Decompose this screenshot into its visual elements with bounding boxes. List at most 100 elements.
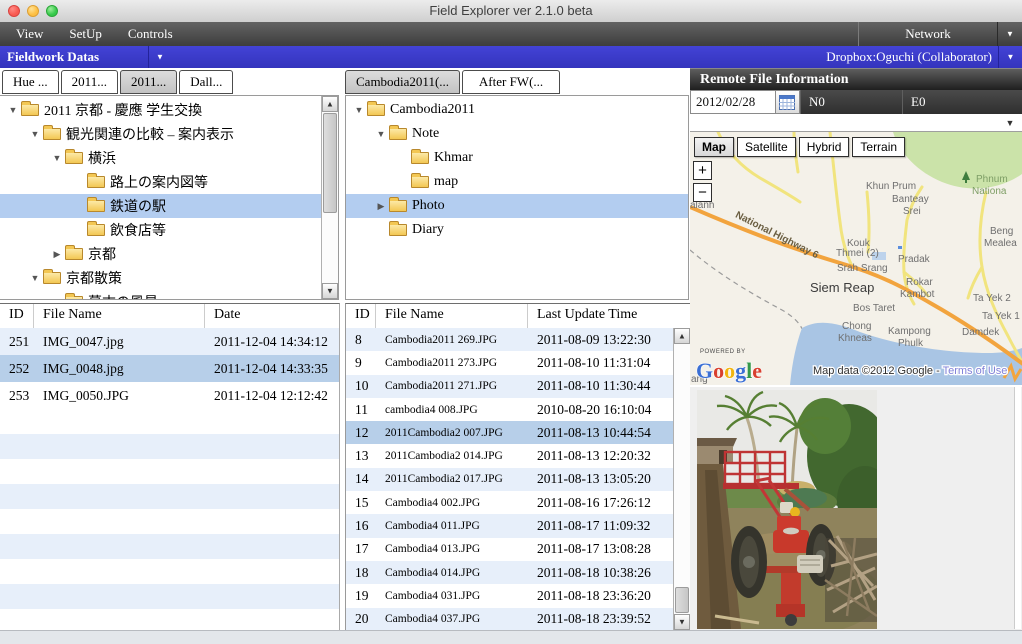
menu-item-view[interactable]: View	[16, 26, 43, 42]
dataset-tab-2[interactable]: 2011...	[120, 70, 177, 94]
remote-file-row-10[interactable]: 10Cambodia2011 271.JPG2011-08-10 11:30:4…	[346, 375, 673, 398]
remote-tree-node-3[interactable]: map	[346, 170, 688, 194]
tree-node-label: 飲食店等	[110, 220, 166, 240]
google-logo: Google	[696, 358, 762, 383]
down-arrow-icon[interactable]: ▼	[352, 105, 366, 115]
fieldwork-tree-node-7[interactable]: ▼ 京都散策	[0, 266, 321, 290]
scroll-thumb[interactable]	[675, 587, 689, 613]
remote-file-combobox[interactable]	[690, 114, 1022, 132]
map-type-satellite-button[interactable]: Satellite	[737, 137, 796, 157]
local-file-row-252[interactable]: 252IMG_0048.jpg2011-12-04 14:33:35	[0, 355, 339, 382]
dropbox-chevron-down-icon[interactable]	[998, 46, 1022, 68]
empty-row	[0, 584, 339, 609]
down-arrow-icon[interactable]: ▼	[50, 153, 64, 163]
dataset-tab-3[interactable]: Dall...	[179, 70, 233, 94]
cell-time: 2011-08-10 11:31:04	[528, 355, 673, 371]
remote-tab-1[interactable]: After FW(...	[462, 70, 560, 94]
left-tab-strip: Hue ...2011...2011...Dall...	[2, 70, 233, 94]
remote-file-row-19[interactable]: 19Cambodia4 031.JPG2011-08-18 23:36:20	[346, 584, 673, 607]
map-type-buttons: MapSatelliteHybridTerrain	[694, 137, 905, 157]
remote-tree-node-2[interactable]: Khmar	[346, 146, 688, 170]
combo-chevron-down-icon[interactable]	[1000, 115, 1020, 131]
remote-file-row-15[interactable]: 15Cambodia4 002.JPG2011-08-16 17:26:12	[346, 491, 673, 514]
remote-file-row-12[interactable]: 122011Cambodia2 007.JPG2011-08-13 10:44:…	[346, 421, 673, 444]
fieldwork-tree-node-5[interactable]: 飲食店等	[0, 218, 321, 242]
folder-icon	[43, 128, 61, 140]
dataset-tab-0[interactable]: Hue ...	[2, 70, 59, 94]
remote-table-scrollbar[interactable]	[673, 328, 690, 630]
map-type-map-button[interactable]: Map	[694, 137, 734, 157]
col-time: Last Update Time	[528, 304, 690, 328]
map-type-hybrid-button[interactable]: Hybrid	[799, 137, 850, 157]
remote-tree-node-5[interactable]: Diary	[346, 218, 688, 242]
left-tree-scrollbar[interactable]	[321, 96, 338, 299]
fieldwork-tree-node-0[interactable]: ▼2011 京都 - 慶應 学生交換	[0, 98, 321, 122]
dropbox-selector[interactable]: Dropbox:Oguchi (Collaborator)	[826, 46, 992, 68]
cell-time: 2011-08-17 11:09:32	[528, 518, 673, 534]
date-field[interactable]	[690, 90, 776, 114]
scroll-up-button[interactable]	[674, 328, 690, 344]
empty-row	[0, 559, 339, 584]
remote-tree-node-1[interactable]: ▼Note	[346, 122, 688, 146]
menu-item-controls[interactable]: Controls	[128, 26, 173, 42]
fieldwork-selector[interactable]: Fieldwork Datas	[7, 46, 99, 68]
cell-id: 8	[346, 332, 376, 348]
empty-row	[0, 484, 339, 509]
folder-icon	[87, 176, 105, 188]
window-title: Field Explorer ver 2.1.0 beta	[0, 0, 1022, 22]
dataset-tab-1[interactable]: 2011...	[61, 70, 118, 94]
scroll-down-button[interactable]	[322, 283, 338, 299]
down-arrow-icon[interactable]: ▼	[28, 129, 42, 139]
right-arrow-icon[interactable]: ▶	[374, 201, 388, 212]
tree-node-label: 京都	[88, 244, 116, 264]
map-zoom-in-button[interactable]: +	[693, 161, 712, 180]
fieldwork-chevron-down-icon[interactable]	[148, 46, 171, 68]
remote-tree-node-4[interactable]: ▶Photo	[346, 194, 688, 218]
remote-file-info-fields: N0 E0	[690, 90, 1022, 114]
remote-file-row-18[interactable]: 18Cambodia4 014.JPG2011-08-18 10:38:26	[346, 561, 673, 584]
scroll-up-button[interactable]	[322, 96, 338, 112]
remote-file-row-20[interactable]: 20Cambodia4 037.JPG2011-08-18 23:39:52	[346, 608, 673, 630]
fieldwork-tree-node-2[interactable]: ▼横浜	[0, 146, 321, 170]
remote-tab-0[interactable]: Cambodia2011(...	[345, 70, 460, 94]
fieldwork-tree-node-3[interactable]: 路上の案内図等	[0, 170, 321, 194]
local-file-row-253[interactable]: 253IMG_0050.JPG2011-12-04 12:12:42	[0, 382, 339, 409]
network-chevron-down-icon[interactable]	[998, 22, 1022, 46]
fieldwork-tree-node-4[interactable]: 鉄道の駅	[0, 194, 321, 218]
down-arrow-icon[interactable]: ▼	[6, 105, 20, 115]
map-place-label: Kampong	[888, 326, 931, 337]
remote-file-row-14[interactable]: 142011Cambodia2 017.JPG2011-08-13 13:05:…	[346, 468, 673, 491]
right-arrow-icon[interactable]: ▶	[50, 249, 64, 260]
network-selector[interactable]: Network	[858, 22, 998, 46]
scroll-thumb[interactable]	[323, 113, 337, 213]
remote-file-row-13[interactable]: 132011Cambodia2 014.JPG2011-08-13 12:20:…	[346, 444, 673, 467]
map-zoom-out-button[interactable]: −	[693, 183, 712, 202]
down-arrow-icon[interactable]: ▼	[374, 129, 388, 139]
local-file-row-251[interactable]: 251IMG_0047.jpg2011-12-04 14:34:12	[0, 328, 339, 355]
fieldwork-tree-node-8[interactable]: ▶幕末の風景	[0, 290, 321, 299]
remote-file-row-8[interactable]: 8Cambodia2011 269.JPG2011-08-09 13:22:30	[346, 328, 673, 351]
map-panel: alanhKhun PrumBanteaySreiKoukThmei (2)Sr…	[690, 132, 1022, 385]
map-type-terrain-button[interactable]: Terrain	[852, 137, 905, 157]
cell-filename: Cambodia4 031.JPG	[376, 590, 528, 602]
photo-scrollbar[interactable]	[1014, 387, 1021, 629]
remote-file-row-17[interactable]: 17Cambodia4 013.JPG2011-08-17 13:08:28	[346, 538, 673, 561]
right-arrow-icon[interactable]: ▶	[50, 297, 64, 300]
menu-item-setup[interactable]: SetUp	[69, 26, 102, 42]
down-arrow-icon[interactable]: ▼	[28, 273, 42, 283]
cell-id: 19	[346, 588, 376, 604]
remote-file-row-11[interactable]: 11cambodia4 008.JPG2010-08-20 16:10:04	[346, 398, 673, 421]
tree-node-label: map	[434, 174, 458, 190]
remote-file-row-16[interactable]: 16Cambodia4 011.JPG2011-08-17 11:09:32	[346, 514, 673, 537]
map-canvas[interactable]: alanhKhun PrumBanteaySreiKoukThmei (2)Sr…	[690, 132, 1022, 385]
cell-time: 2011-08-18 23:36:20	[528, 588, 673, 604]
calendar-button[interactable]	[776, 90, 800, 114]
remote-tree-node-0[interactable]: ▼Cambodia2011	[346, 98, 688, 122]
terms-of-use-link[interactable]: Terms of Use	[943, 365, 1008, 377]
tree-node-label: 京都散策	[66, 268, 122, 288]
map-place-label: Beng	[990, 226, 1013, 237]
fieldwork-tree-node-1[interactable]: ▼観光関連の比較 – 案内表示	[0, 122, 321, 146]
remote-file-row-9[interactable]: 9Cambodia2011 273.JPG2011-08-10 11:31:04	[346, 351, 673, 374]
scroll-down-button[interactable]	[674, 614, 690, 630]
fieldwork-tree-node-6[interactable]: ▶ 京都	[0, 242, 321, 266]
